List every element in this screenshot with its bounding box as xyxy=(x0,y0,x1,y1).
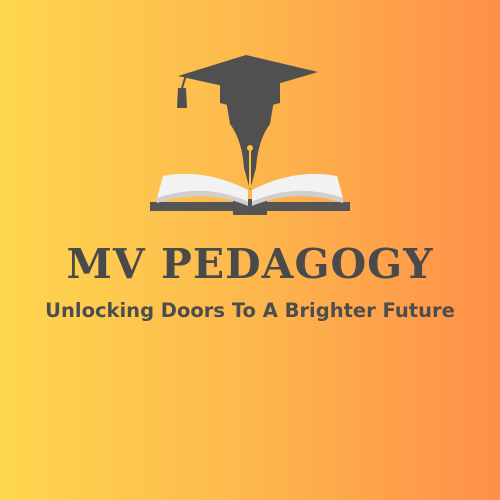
logo-canvas: MV PEDAGOGY Unlocking Doors To A Brighte… xyxy=(0,0,500,500)
brand-title: MV PEDAGOGY xyxy=(66,240,434,288)
logo-mark xyxy=(150,55,350,215)
graduation-cap-icon xyxy=(177,55,318,108)
brand-tagline: Unlocking Doors To A Brighter Future xyxy=(45,299,455,322)
fountain-pen-nib-icon xyxy=(226,100,274,190)
